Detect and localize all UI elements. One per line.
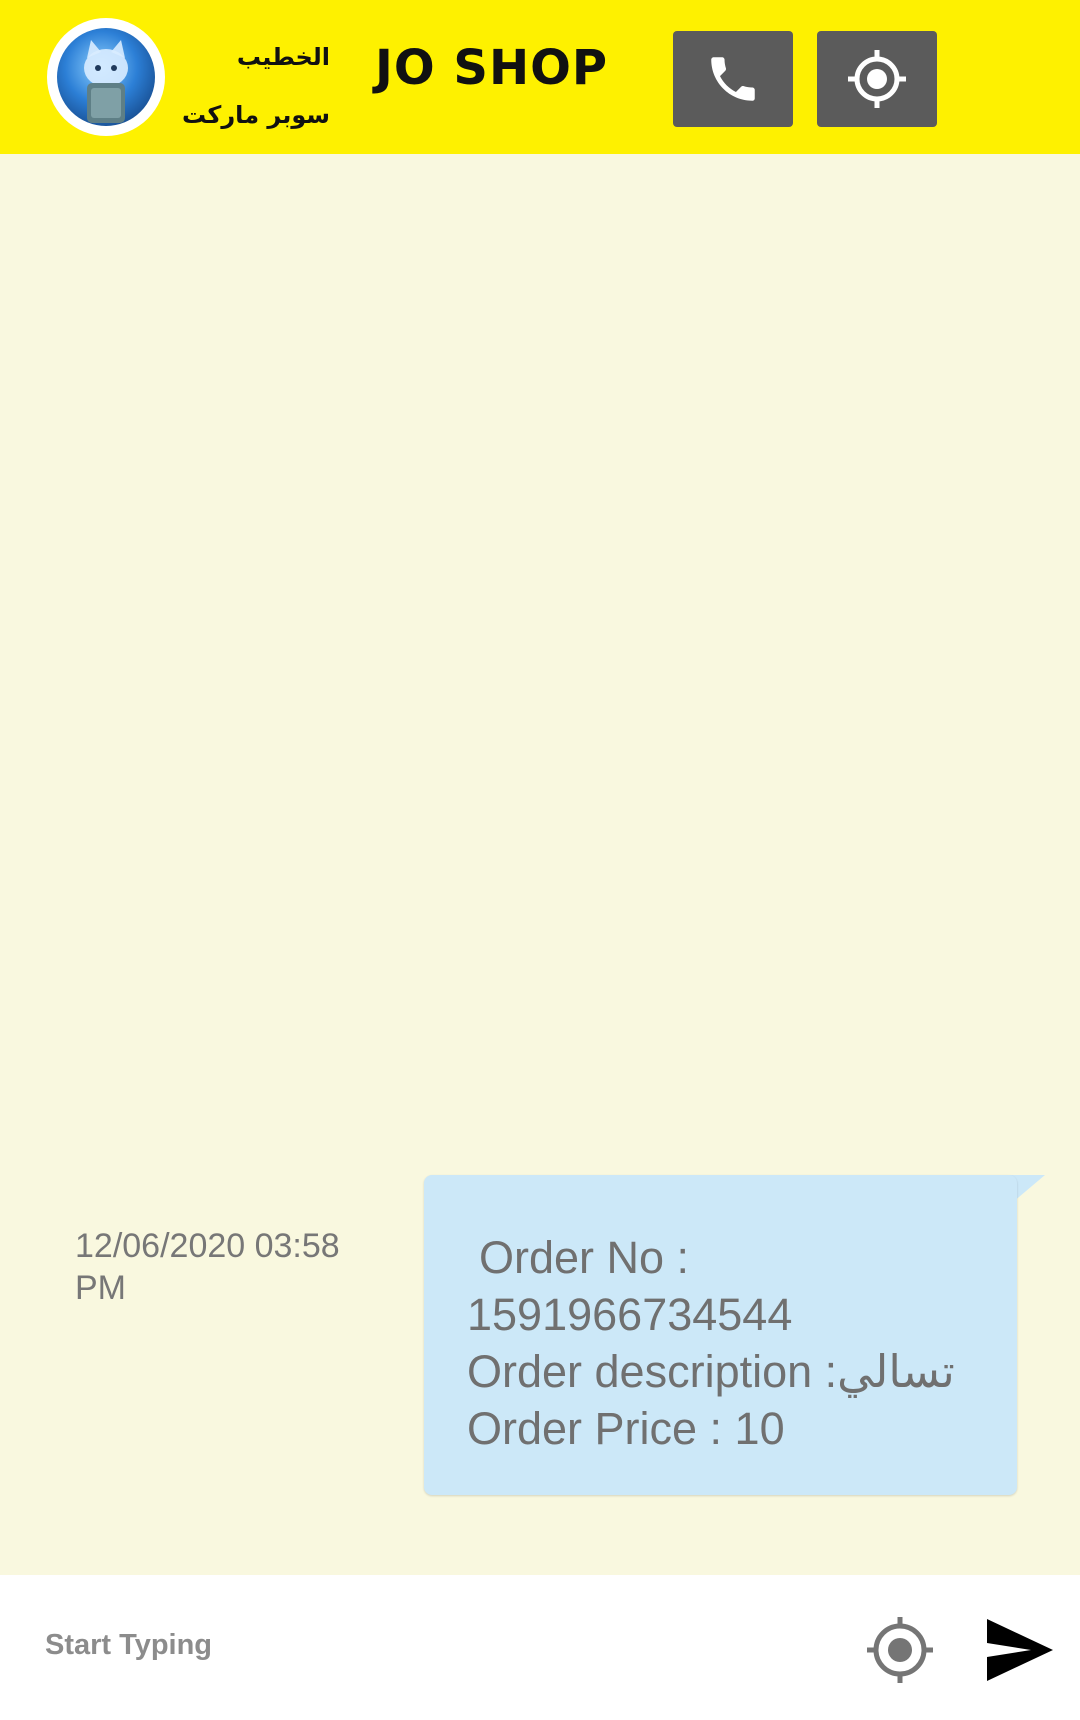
send-icon [987,1619,1053,1681]
order-details: Order No : 1591966734544 Order descripti… [467,1229,1007,1457]
order-description-value: تسالي [837,1345,955,1398]
store-avatar[interactable] [47,18,165,136]
order-no-label: Order No : [479,1232,690,1283]
location-button[interactable] [817,31,937,127]
message-composer [0,1575,1080,1720]
cat-avatar-image [57,28,155,126]
store-name: الخطيب سوبر ماركت [180,28,330,144]
store-name-line2: سوبر ماركت [182,101,330,129]
send-location-button[interactable] [865,1615,935,1685]
order-description-line: Order description :تسالي [467,1343,1007,1400]
call-button[interactable] [673,31,793,127]
gps-target-icon [848,50,906,108]
message-timestamp: 12/06/2020 03:58 PM [75,1227,340,1307]
send-button[interactable] [985,1617,1055,1683]
order-no-value: 1591966734544 [467,1289,793,1340]
gps-target-icon [867,1617,933,1683]
message-input[interactable] [45,1615,825,1675]
order-description-label: Order description : [467,1346,838,1397]
message-bubble[interactable]: Order No : 1591966734544 Order descripti… [424,1175,1017,1495]
phone-icon [711,57,755,101]
brand-logo: JO SHOP [375,40,609,96]
app-header: الخطيب سوبر ماركت JO SHOP [0,0,1080,154]
store-name-line1: الخطيب [236,43,330,71]
order-price-line: Order Price : 10 [467,1403,785,1454]
